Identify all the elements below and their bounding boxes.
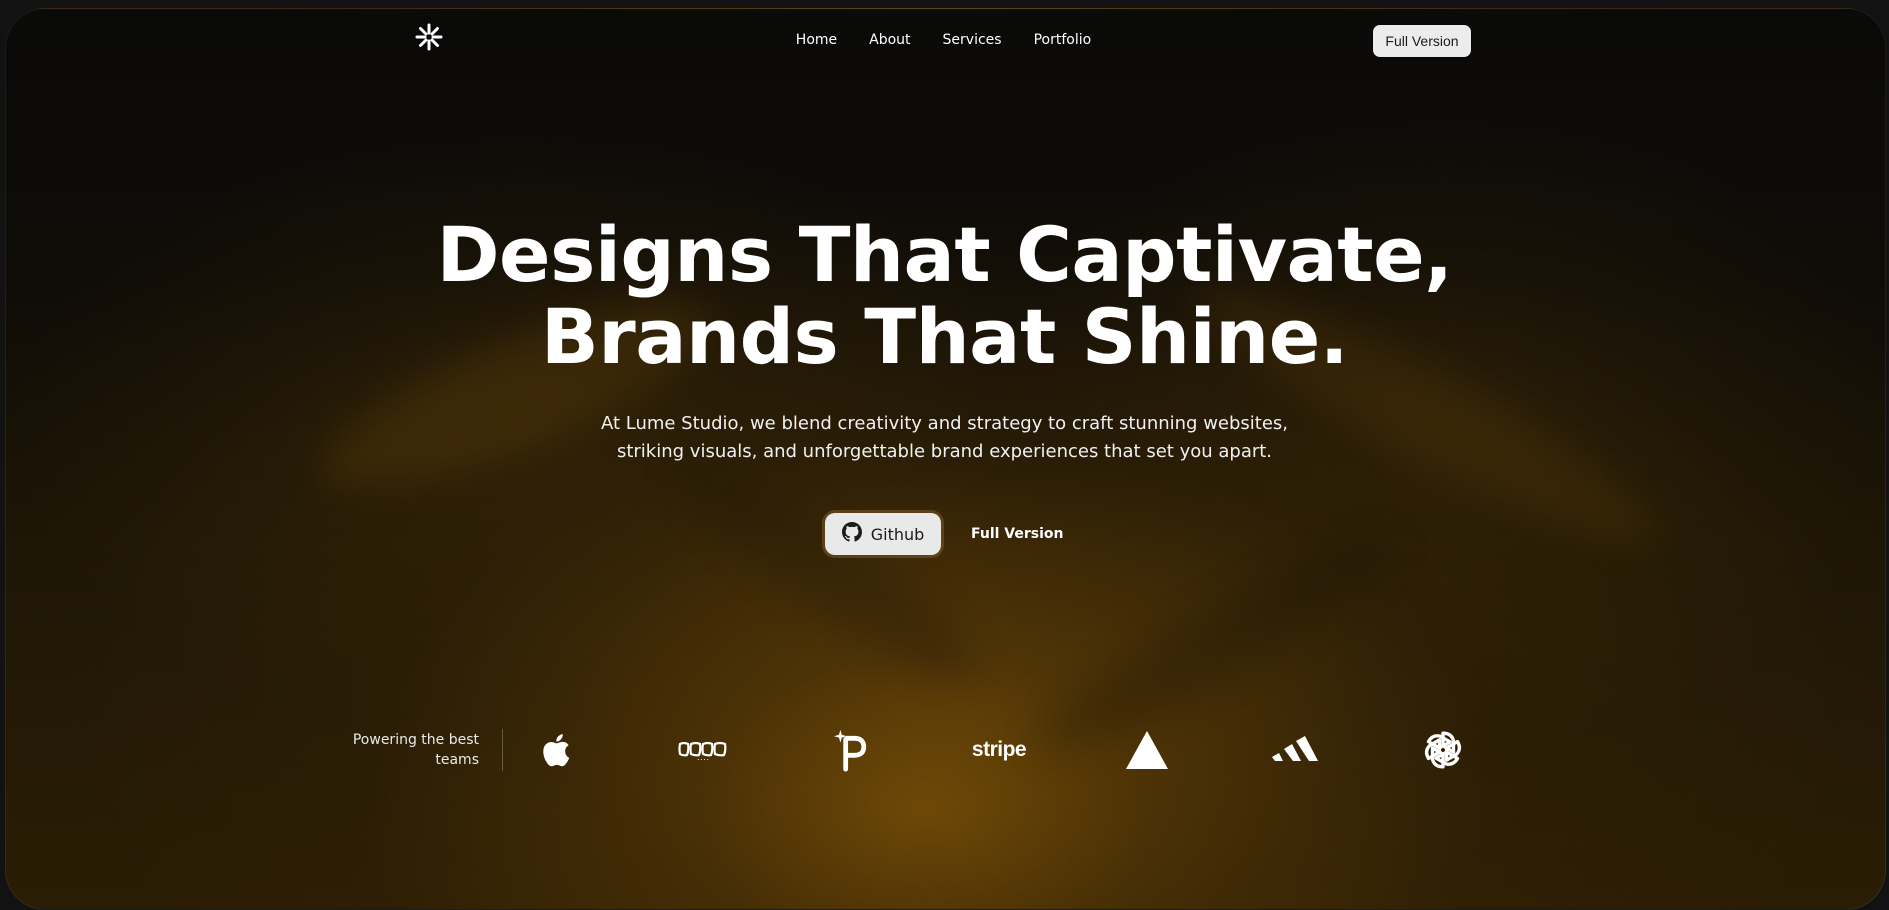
nav-link-about[interactable]: About — [869, 32, 910, 48]
openai-logo-icon — [1413, 726, 1473, 774]
background-swirl — [1016, 508, 1416, 780]
hero-actions: Github Full Version — [825, 513, 1064, 555]
clients-caption: Powering the best teams — [346, 730, 479, 770]
nav-link-portfolio[interactable]: Portfolio — [1034, 32, 1092, 48]
full-version-link[interactable]: Full Version — [971, 526, 1064, 542]
triangle-logo-icon — [1117, 726, 1177, 774]
nav-link-home[interactable]: Home — [796, 32, 837, 48]
subtitle-line-2: striking visuals, and unforgettable bran… — [616, 441, 1273, 462]
wordmark-logo-icon: • • • • — [673, 726, 733, 774]
background-swirl — [655, 432, 997, 706]
hero-headline: Designs That Captivate, Brands That Shin… — [0, 214, 1889, 378]
clients-caption-line-2: teams — [435, 752, 479, 768]
clients-divider — [502, 729, 503, 771]
github-button-label: Github — [870, 524, 925, 544]
nav-link-services[interactable]: Services — [943, 32, 1002, 48]
svg-text:• • • •: • • • • — [697, 758, 709, 762]
stripe-logo-text: stripe — [971, 738, 1027, 761]
github-button[interactable]: Github — [825, 513, 941, 555]
subtitle-line-1: At Lume Studio, we blend creativity and … — [600, 413, 1289, 434]
clients-caption-line-1: Powering the best — [352, 732, 479, 748]
p-sparkle-logo-icon — [821, 726, 881, 774]
adidas-logo-icon — [1265, 726, 1325, 774]
hero-subtitle: At Lume Studio, we blend creativity and … — [0, 410, 1889, 466]
apple-logo-icon — [525, 726, 585, 774]
main-nav: Home About Services Portfolio — [0, 32, 1888, 48]
github-icon — [841, 522, 862, 546]
stripe-logo-icon: stripe — [969, 726, 1029, 774]
headline-line-2: Brands That Shine. — [540, 292, 1349, 381]
full-version-nav-button[interactable]: Full Version — [1373, 25, 1471, 57]
headline-line-1: Designs That Captivate, — [436, 210, 1453, 299]
